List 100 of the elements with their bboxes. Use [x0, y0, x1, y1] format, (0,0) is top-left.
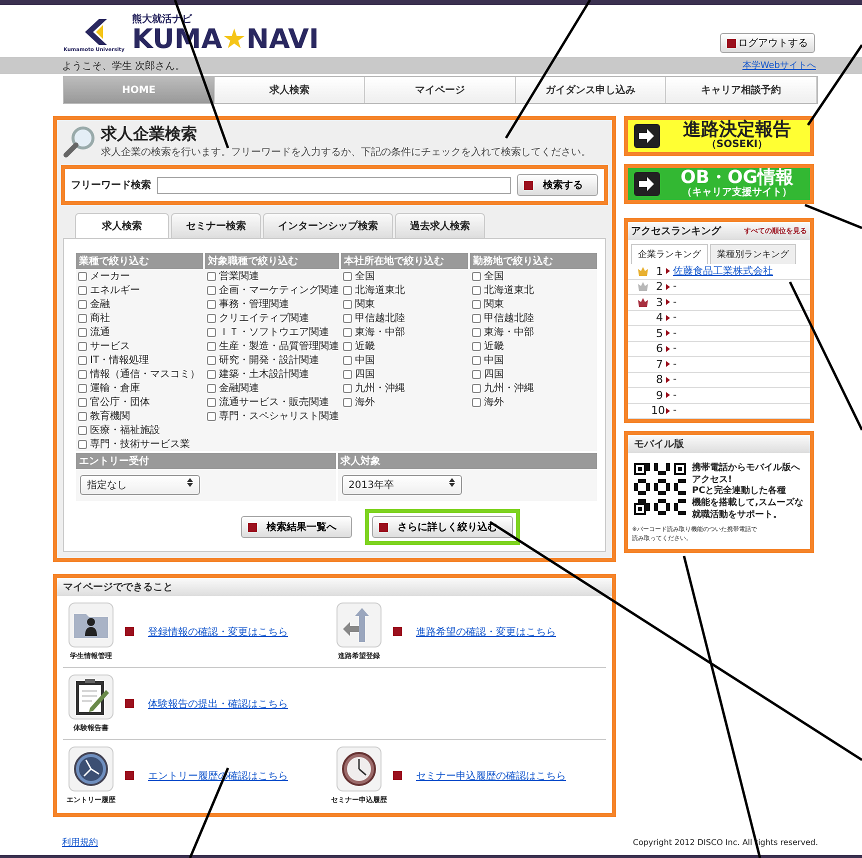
tab[interactable]: インターンシップ検索	[263, 213, 393, 238]
option-label: 建築・土木設計関連	[219, 368, 309, 381]
checkbox[interactable]	[472, 370, 481, 378]
checkbox[interactable]	[207, 342, 216, 350]
checkbox[interactable]	[343, 286, 352, 294]
checkbox[interactable]	[472, 356, 481, 364]
checkbox[interactable]	[472, 314, 481, 322]
option-label: 海外	[355, 396, 375, 409]
checkbox[interactable]	[78, 426, 87, 434]
checkbox[interactable]	[343, 356, 352, 364]
checkbox[interactable]	[343, 272, 352, 280]
company-name: -	[673, 374, 677, 386]
checkbox[interactable]	[207, 398, 216, 406]
option-label: 企画・マーケティング関連	[219, 284, 339, 297]
bullet-icon	[393, 771, 402, 780]
nav-tab[interactable]: マイページ	[365, 77, 516, 103]
option-label: 四国	[355, 368, 375, 381]
option-label: 中国	[355, 354, 375, 367]
checkbox[interactable]	[207, 370, 216, 378]
select-dropdown[interactable]: 指定なし	[80, 475, 200, 495]
option-label: 中国	[484, 354, 504, 367]
checkbox[interactable]	[472, 272, 481, 280]
checkbox[interactable]	[78, 328, 87, 336]
company-name: -	[673, 312, 677, 324]
checkbox[interactable]	[472, 286, 481, 294]
rank-number: 10	[651, 404, 663, 418]
leader-line	[804, 204, 862, 230]
option-label: クリエイティブ関連	[219, 312, 309, 325]
tab[interactable]: 求人検索	[75, 213, 169, 238]
checkbox[interactable]	[343, 300, 352, 308]
option-label: メーカー	[90, 270, 130, 283]
banner-subtitle: （SOSEKI）	[706, 140, 768, 151]
checkbox[interactable]	[343, 398, 352, 406]
caret-icon	[666, 299, 670, 306]
checkbox[interactable]	[343, 328, 352, 336]
bullet-icon	[727, 38, 736, 48]
option-label: 全国	[484, 270, 504, 283]
link[interactable]: 体験報告の提出・確認はこちら	[148, 696, 288, 710]
checkbox[interactable]	[472, 328, 481, 336]
company-name: -	[673, 390, 677, 401]
checkbox[interactable]	[78, 440, 87, 448]
rank-number: 5	[655, 326, 663, 340]
bullet-icon	[524, 180, 533, 190]
checkbox[interactable]	[78, 272, 87, 280]
tab[interactable]: 過去求人検索	[395, 213, 485, 238]
option-label: 甲信越北陸	[355, 312, 405, 325]
company-link[interactable]: 佐藤食品工業株式会社	[673, 264, 773, 278]
logo-name: NAVI	[246, 26, 319, 53]
checkbox[interactable]	[207, 412, 216, 420]
tab[interactable]: 業種別ランキング	[710, 244, 796, 264]
nav-tab[interactable]: 求人検索	[214, 77, 366, 103]
checkbox[interactable]	[343, 314, 352, 322]
column-heading: 求人対象	[338, 453, 597, 469]
checkbox[interactable]	[472, 398, 481, 406]
terms-link[interactable]: 利用規約	[62, 836, 98, 849]
option-label: 情報（通信・マスコミ）	[90, 368, 200, 381]
checkbox[interactable]	[78, 384, 87, 392]
option-label: 近畿	[484, 340, 504, 353]
checkbox[interactable]	[78, 342, 87, 350]
select-dropdown[interactable]: 2013年卒	[342, 475, 462, 495]
option-label: 商社	[90, 312, 110, 325]
checkbox[interactable]	[207, 328, 216, 336]
input-field[interactable]	[157, 176, 511, 194]
checkbox[interactable]	[207, 314, 216, 322]
checkbox[interactable]	[207, 286, 216, 294]
tab[interactable]: 企業ランキング	[631, 244, 708, 264]
checkbox[interactable]	[207, 356, 216, 364]
section-title: 求人企業検索	[101, 124, 198, 145]
nav-tab[interactable]: キャリア相談予約	[666, 77, 817, 103]
option-label: 営業関連	[219, 270, 259, 283]
checkbox[interactable]	[472, 342, 481, 350]
search-button[interactable]: 検索する	[517, 174, 598, 196]
checkbox[interactable]	[78, 370, 87, 378]
checkbox[interactable]	[78, 314, 87, 322]
logout-button[interactable]: ログアウトする	[720, 33, 815, 53]
checkbox[interactable]	[343, 384, 352, 392]
checkbox[interactable]	[343, 370, 352, 378]
rank-number: 8	[655, 373, 663, 386]
link[interactable]: 登録情報の確認・変更はこちら	[148, 624, 288, 638]
checkbox[interactable]	[78, 398, 87, 406]
tab[interactable]: セミナー検索	[171, 213, 261, 238]
option-label: 金融	[90, 298, 110, 311]
checkbox[interactable]	[78, 286, 87, 294]
action-button[interactable]: 検索結果一覧へ	[240, 516, 352, 538]
checkbox[interactable]	[207, 300, 216, 308]
checkbox[interactable]	[343, 342, 352, 350]
company-name: -	[673, 296, 677, 308]
link[interactable]: 進路希望の確認・変更はこちら	[416, 624, 556, 638]
banner[interactable]: 進路決定報告 （SOSEKI）	[624, 116, 814, 156]
checkbox[interactable]	[78, 356, 87, 364]
checkbox[interactable]	[472, 384, 481, 392]
checkbox[interactable]	[78, 412, 87, 420]
checkbox[interactable]	[207, 272, 216, 280]
checkbox[interactable]	[78, 300, 87, 308]
checkbox[interactable]	[207, 384, 216, 392]
site-link[interactable]: 本学Webサイトへ	[742, 59, 816, 72]
clock-icon	[336, 746, 382, 792]
nav-tab[interactable]: ガイダンス申し込み	[516, 77, 666, 103]
link[interactable]: セミナー申込履歴の確認はこちら	[416, 768, 566, 782]
checkbox[interactable]	[472, 300, 481, 308]
